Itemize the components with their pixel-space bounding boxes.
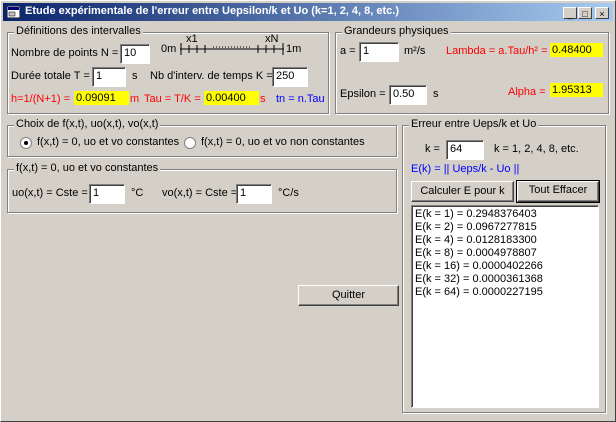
tau-unit: s — [260, 93, 266, 105]
discretization-scale-icon — [180, 43, 284, 55]
vo-unit: °C/s — [278, 187, 299, 199]
constants-group-label: f(x,t) = 0, uo et vo constantes — [14, 162, 161, 174]
app-window: Etude expérimentale de l'erreur entre Ue… — [0, 0, 616, 422]
a-label: a = — [340, 45, 356, 57]
uo-label: uo(x,t) = Cste = — [12, 187, 88, 199]
n-field[interactable]: 10 — [120, 44, 150, 64]
h-value: 0.09091 — [74, 91, 129, 105]
h-unit: m — [130, 93, 140, 105]
k-intervals-label: Nb d'interv. de temps K = — [150, 70, 273, 82]
clear-all-button[interactable]: Tout Effacer — [516, 180, 600, 203]
tn-label: tn = n.Tau — [276, 93, 325, 105]
error-group-label: Erreur entre Ueps/k et Uo — [409, 118, 539, 130]
radio-nonconstant-option[interactable] — [184, 137, 196, 149]
list-item[interactable]: E(k = 2) = 0.0967277815 — [415, 221, 595, 234]
physics-group-label: Grandeurs physiques — [342, 25, 451, 37]
window-title: Etude expérimentale de l'erreur entre Ue… — [25, 5, 399, 17]
close-button[interactable]: × — [595, 7, 609, 19]
a-unit: m²/s — [404, 45, 426, 57]
vo-field[interactable]: 1 — [236, 184, 272, 204]
results-list[interactable]: E(k = 1) = 0.2948376403 E(k = 2) = 0.096… — [411, 205, 599, 408]
epsilon-label: Epsilon = — [340, 88, 386, 100]
quit-button[interactable]: Quitter — [298, 285, 399, 306]
k-intervals-field[interactable]: 250 — [272, 67, 308, 87]
alpha-value: 1.95313 — [550, 83, 603, 97]
list-item[interactable]: E(k = 64) = 0.0000227195 — [415, 286, 595, 299]
tau-value: 0.00400 — [204, 91, 259, 105]
a-field[interactable]: 1 — [359, 42, 399, 62]
lambda-value: 0.48400 — [550, 43, 603, 57]
lambda-label: Lambda = a.Tau/h² = — [446, 45, 548, 57]
list-item[interactable]: E(k = 32) = 0.0000361368 — [415, 273, 595, 286]
k-label: k = — [425, 143, 440, 155]
n-label: Nombre de points N = — [11, 47, 119, 59]
physics-group: Grandeurs physiques a = 1 m²/s Lambda = … — [335, 25, 609, 114]
list-item[interactable]: E(k = 16) = 0.0000402266 — [415, 260, 595, 273]
app-icon — [7, 6, 20, 18]
scale-1m-label: 1m — [286, 43, 302, 55]
tau-label: Tau = T/K = — [144, 93, 201, 105]
error-group: Erreur entre Ueps/k et Uo k = 64 k = 1, … — [402, 118, 606, 413]
list-item[interactable]: E(k = 1) = 0.2948376403 — [415, 208, 595, 221]
maximize-button[interactable]: □ — [578, 7, 592, 19]
choice-group-label: Choix de f(x,t), uo(x,t), vo(x,t) — [14, 118, 161, 130]
t-label: Durée totale T = — [11, 70, 90, 82]
definitions-group-label: Définitions des intervalles — [14, 25, 143, 37]
list-item[interactable]: E(k = 8) = 0.0004978807 — [415, 247, 595, 260]
definitions-group: Définitions des intervalles Nombre de po… — [7, 25, 329, 114]
radio-constant-option[interactable] — [20, 137, 32, 149]
k-field[interactable]: 64 — [446, 140, 484, 160]
epsilon-unit: s — [433, 88, 439, 100]
choice-group: Choix de f(x,t), uo(x,t), vo(x,t) f(x,t)… — [7, 118, 397, 157]
radio-constant-label[interactable]: f(x,t) = 0, uo et vo constantes — [37, 136, 179, 148]
radio-nonconstant-label[interactable]: f(x,t) = 0, uo et vo non constantes — [201, 136, 365, 148]
alpha-label: Alpha = — [508, 86, 546, 98]
list-item[interactable]: E(k = 4) = 0.0128183300 — [415, 234, 595, 247]
title-bar[interactable]: Etude expérimentale de l'erreur entre Ue… — [3, 3, 613, 21]
h-label: h=1/(N+1) = — [11, 93, 71, 105]
uo-field[interactable]: 1 — [89, 184, 125, 204]
t-field[interactable]: 1 — [92, 67, 126, 87]
epsilon-field[interactable]: 0.50 — [389, 85, 427, 105]
error-formula: E(k) = || Ueps/k - Uo || — [411, 163, 520, 175]
vo-label: vo(x,t) = Cste = — [162, 187, 238, 199]
t-unit: s — [132, 70, 138, 82]
constants-group: f(x,t) = 0, uo et vo constantes uo(x,t) … — [7, 162, 397, 213]
k-hint: k = 1, 2, 4, 8, etc. — [494, 143, 579, 155]
minimize-button[interactable]: _ — [563, 7, 577, 19]
scale-0m-label: 0m — [161, 43, 177, 55]
uo-unit: °C — [131, 187, 144, 199]
compute-button[interactable]: Calculer E pour k — [411, 181, 514, 202]
